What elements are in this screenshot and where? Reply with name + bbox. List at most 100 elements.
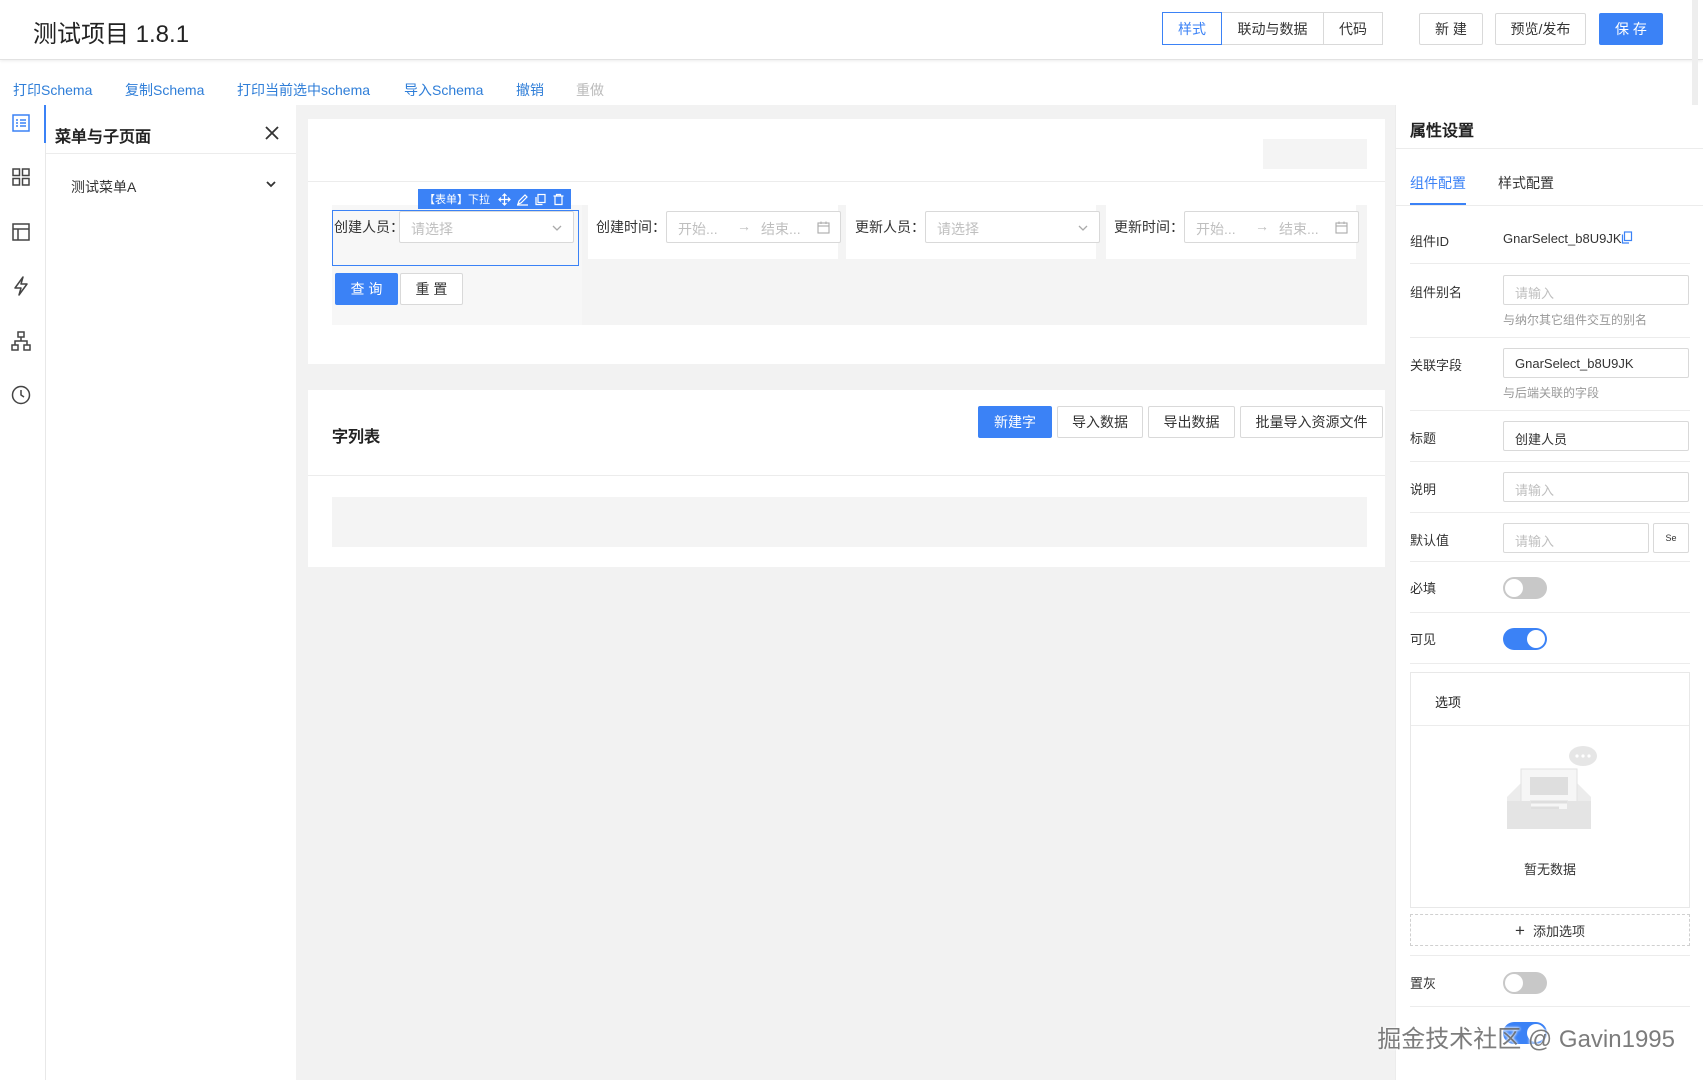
query-button[interactable]: 查 询 — [335, 273, 398, 305]
properties-panel: 属性设置 组件配置 样式配置 组件ID GnarSelect_b8U9JK 组件… — [1395, 105, 1703, 1080]
divider — [308, 181, 1385, 182]
field-value: GnarSelect_b8U9JK — [1515, 356, 1634, 371]
visible-label: 可见 — [1410, 632, 1437, 647]
watermark: 掘金技术社区 @ Gavin1995 — [1377, 1026, 1675, 1053]
component-id-value: GnarSelect_b8U9JK — [1503, 231, 1622, 246]
reset-button[interactable]: 重 置 — [400, 273, 463, 305]
chevron-down-icon[interactable] — [264, 177, 278, 191]
undo-link[interactable]: 撤销 — [516, 80, 544, 100]
select-placeholder: 请选择 — [411, 221, 453, 237]
range-start-placeholder: 开始... — [1196, 221, 1236, 237]
description-input[interactable]: 请输入 — [1503, 472, 1689, 502]
alias-input[interactable]: 请输入 — [1503, 275, 1689, 305]
divider — [1410, 461, 1690, 462]
required-toggle[interactable] — [1503, 577, 1547, 599]
update-time-range-picker[interactable]: 开始... → 结束... — [1184, 211, 1359, 243]
field-label-creator: 创建人员： — [334, 219, 404, 235]
list-icon[interactable] — [10, 112, 32, 134]
divider — [308, 475, 1385, 476]
copy-icon[interactable] — [534, 193, 547, 206]
chevron-down-icon — [1078, 225, 1088, 231]
title-value: 创建人员 — [1515, 432, 1568, 447]
tab-code[interactable]: 代码 — [1323, 12, 1383, 45]
delete-icon[interactable] — [552, 193, 565, 206]
range-end-placeholder: 结束... — [761, 221, 801, 237]
default-value-input[interactable]: 请输入 — [1503, 523, 1649, 553]
sitemap-icon[interactable] — [10, 330, 32, 352]
list-title: 字列表 — [332, 429, 381, 446]
options-box: 选项 暂无数据 — [1410, 672, 1690, 908]
lightning-icon[interactable] — [10, 275, 32, 297]
copy-schema-link[interactable]: 复制Schema — [125, 80, 204, 100]
plus-icon: + — [1515, 920, 1525, 940]
default-value-set-button[interactable]: Se — [1653, 523, 1689, 553]
divider — [1410, 337, 1690, 338]
divider — [1410, 1006, 1690, 1007]
list-card: 字列表 新建字 导入数据 导出数据 批量导入资源文件 — [308, 390, 1385, 567]
divider — [1396, 148, 1703, 149]
clock-icon[interactable] — [10, 384, 32, 406]
tab-linkage-data[interactable]: 联动与数据 — [1221, 12, 1324, 45]
batch-import-button[interactable]: 批量导入资源文件 — [1240, 406, 1383, 438]
default-value-placeholder: 请输入 — [1515, 534, 1555, 549]
calendar-icon — [1335, 221, 1348, 234]
import-schema-link[interactable]: 导入Schema — [404, 80, 483, 100]
import-data-button[interactable]: 导入数据 — [1057, 406, 1143, 438]
disabled-toggle[interactable] — [1503, 972, 1547, 994]
field-label-update-time: 更新时间： — [1114, 219, 1184, 235]
selected-component-tag: 【表单】下拉 — [418, 189, 496, 209]
grid-icon[interactable] — [10, 166, 32, 188]
tab-style[interactable]: 样式 — [1162, 12, 1222, 45]
copy-icon[interactable] — [1621, 231, 1633, 244]
updater-select[interactable]: 请选择 — [925, 211, 1100, 243]
preview-publish-button[interactable]: 预览/发布 — [1495, 13, 1586, 45]
range-end-placeholder: 结束... — [1279, 221, 1319, 237]
redo-link[interactable]: 重做 — [576, 80, 604, 100]
required-label: 必填 — [1410, 581, 1437, 596]
new-button[interactable]: 新 建 — [1419, 13, 1483, 45]
title-input[interactable]: 创建人员 — [1503, 421, 1689, 451]
alias-placeholder: 请输入 — [1515, 286, 1555, 301]
menu-item-test-a[interactable]: 测试菜单A — [71, 177, 136, 197]
edit-icon[interactable] — [516, 193, 529, 206]
empty-text: 暂无数据 — [1523, 862, 1576, 877]
creator-select[interactable]: 请选择 — [399, 211, 574, 243]
divider — [1410, 663, 1690, 664]
field-label: 关联字段 — [1410, 358, 1463, 373]
disabled-label: 置灰 — [1410, 976, 1437, 991]
tab-component-config[interactable]: 组件配置 — [1410, 173, 1466, 193]
export-data-button[interactable]: 导出数据 — [1148, 406, 1235, 438]
page-title: 测试项目 1.8.1 — [33, 21, 190, 48]
left-icon-bar — [0, 105, 46, 1080]
create-time-range-picker[interactable]: 开始... → 结束... — [666, 211, 841, 243]
visible-toggle[interactable] — [1503, 628, 1547, 650]
field-hint: 与后端关联的字段 — [1503, 386, 1600, 400]
description-label: 说明 — [1410, 482, 1437, 497]
add-option-label: 添加选项 — [1532, 923, 1585, 939]
divider — [1411, 725, 1689, 726]
save-button[interactable]: 保 存 — [1599, 13, 1663, 45]
move-icon[interactable] — [497, 192, 511, 206]
tab-style-config[interactable]: 样式配置 — [1498, 173, 1554, 193]
placeholder-block — [1263, 139, 1367, 169]
divider — [1410, 512, 1690, 513]
field-input[interactable]: GnarSelect_b8U9JK — [1503, 348, 1689, 378]
add-option-button[interactable]: + 添加选项 — [1410, 914, 1690, 946]
divider — [46, 153, 296, 154]
default-value-label: 默认值 — [1410, 533, 1450, 548]
range-start-placeholder: 开始... — [678, 221, 718, 237]
new-item-button[interactable]: 新建字 — [978, 406, 1052, 438]
design-canvas: 【表单】下拉 创建人员： 请选择 创建时间： 开始... → 结束... 更新人… — [296, 105, 1395, 1080]
divider — [1410, 410, 1690, 411]
print-selected-schema-link[interactable]: 打印当前选中schema — [237, 80, 370, 100]
description-placeholder: 请输入 — [1515, 483, 1555, 498]
app-header: 测试项目 1.8.1 样式 联动与数据 代码 新 建 预览/发布 保 存 — [0, 0, 1703, 1080]
divider — [1410, 955, 1690, 956]
divider — [1410, 612, 1690, 613]
arrow-right-icon: → — [1255, 218, 1269, 234]
options-title: 选项 — [1435, 695, 1462, 710]
close-icon[interactable] — [262, 123, 282, 143]
layout-icon[interactable] — [10, 221, 32, 243]
print-schema-link[interactable]: 打印Schema — [13, 80, 92, 100]
calendar-icon — [817, 221, 830, 234]
